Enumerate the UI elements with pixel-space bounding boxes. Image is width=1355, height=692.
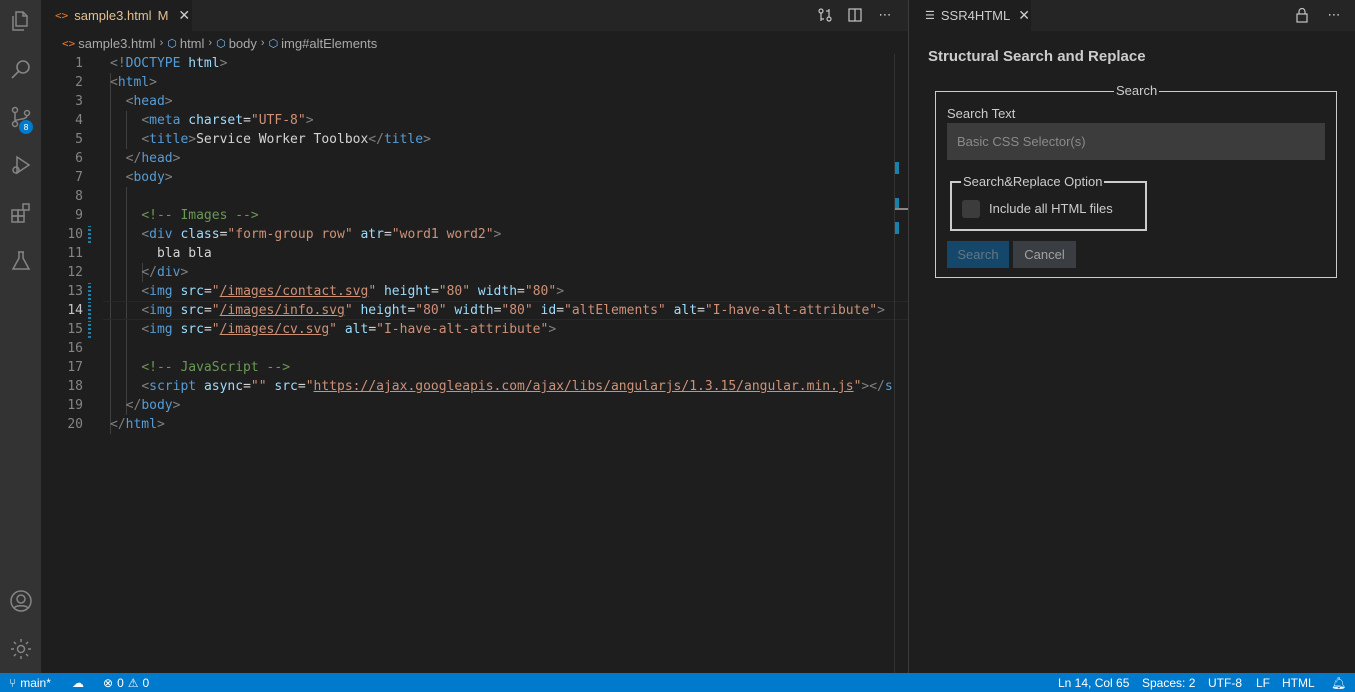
notifications-bell-icon[interactable]: 🔔︎ <box>1331 673 1346 692</box>
html-file-icon: <> <box>62 36 76 50</box>
close-icon[interactable]: ✕ <box>1018 7 1030 24</box>
code-line: 17 <!-- JavaScript --> <box>67 360 291 375</box>
more-actions-icon[interactable]: ⋯ <box>1325 6 1343 24</box>
element-icon: ⬡ <box>216 37 226 50</box>
include-html-files-checkbox[interactable] <box>962 200 980 218</box>
option-fieldset: Search&Replace Option Include all HTML f… <box>950 174 1147 231</box>
breadcrumb-item[interactable]: img#altElements <box>281 36 377 51</box>
editor-actions: ⋯ <box>816 6 894 24</box>
ssr4html-panel: ☰ SSR4HTML ✕ ⋯ Structural Search and Rep… <box>909 0 1355 673</box>
code-line: 20 </html> <box>67 417 165 432</box>
problems-indicator[interactable]: ⊗ 0 ⚠ 0 <box>103 673 149 692</box>
code-line: 13 <img src="/images/contact.svg" height… <box>67 284 565 299</box>
language-mode[interactable]: HTML <box>1282 673 1315 692</box>
chevron-right-icon: › <box>159 37 164 49</box>
search-fieldset: Search Search Text Search&Replace Option… <box>935 83 1337 278</box>
git-branch-icon: ⑂ <box>9 675 17 690</box>
activity-bar: 8 <box>0 0 41 673</box>
element-icon: ⬡ <box>268 37 279 50</box>
search-icon[interactable] <box>4 52 37 85</box>
search-text-label: Search Text <box>947 106 1016 121</box>
panel-tab-label: SSR4HTML <box>940 8 1011 23</box>
chevron-right-icon: › <box>208 37 213 49</box>
code-line: 16 <box>67 341 83 356</box>
code-line: 5 <title>Service Worker Toolbox</title> <box>75 132 431 147</box>
code-line: 12 </div> <box>67 265 189 280</box>
chevron-right-icon: › <box>260 37 265 49</box>
tab-label: sample3.html <box>74 8 152 23</box>
breadcrumb-item[interactable]: body <box>229 36 257 51</box>
code-line: 18 <script async="" src="https://ajax.go… <box>67 379 894 394</box>
split-editor-icon[interactable] <box>846 6 864 24</box>
code-line: 8 <box>75 189 83 204</box>
sync-button[interactable]: ☁ <box>72 673 84 692</box>
settings-gear-icon[interactable] <box>4 632 37 665</box>
sync-icon: ☁ <box>72 675 84 690</box>
code-line: 10 <div class="form-group row" atr="word… <box>67 227 502 242</box>
overview-ruler-marker <box>895 162 899 174</box>
code-line: 19 </body> <box>67 398 181 413</box>
tab-sample3-html[interactable]: <> sample3.html M ✕ <box>41 0 192 31</box>
search-input[interactable] <box>947 123 1325 160</box>
overview-ruler[interactable] <box>894 54 895 673</box>
html-file-icon: <> <box>55 9 69 22</box>
tab-ssr4html[interactable]: ☰ SSR4HTML ✕ <box>909 0 1031 31</box>
indentation[interactable]: Spaces: 2 <box>1142 673 1195 692</box>
option-legend: Search&Replace Option <box>961 174 1105 189</box>
code-line: 2 <html> <box>75 75 157 90</box>
breadcrumb-item[interactable]: html <box>180 36 205 51</box>
code-line: 4 <meta charset="UTF-8"> <box>75 113 314 128</box>
account-icon[interactable] <box>4 584 37 617</box>
code-line: 1 <!DOCTYPE html> <box>75 56 228 71</box>
cancel-button[interactable]: Cancel <box>1013 241 1076 268</box>
close-icon[interactable]: ✕ <box>178 8 190 24</box>
panel-actions: ⋯ <box>1293 6 1343 24</box>
end-of-line[interactable]: LF <box>1256 673 1270 692</box>
preview-icon: ☰ <box>925 10 935 22</box>
code-line: 11 bla bla <box>67 246 212 261</box>
search-button[interactable]: Search <box>947 241 1009 268</box>
panel-heading: Structural Search and Replace <box>928 48 1146 65</box>
breadcrumb: <> sample3.html › ⬡ html › ⬡ body › ⬡ im… <box>41 33 377 53</box>
lock-icon[interactable] <box>1293 6 1311 24</box>
editor-group: <> sample3.html M ✕ ⋯ <> sample3.html › … <box>41 0 908 673</box>
code-line: 6 </head> <box>75 151 181 166</box>
branch-indicator[interactable]: ⑂ main* <box>9 673 51 692</box>
error-count: 0 <box>117 675 124 690</box>
code-line: 14 <img src="/images/info.svg" height="8… <box>67 303 885 318</box>
modified-indicator: M <box>157 8 169 23</box>
testing-icon[interactable] <box>4 244 37 277</box>
code-line: 3 <head> <box>75 94 173 109</box>
search-legend: Search <box>1114 83 1160 98</box>
source-control-badge: 8 <box>19 120 33 134</box>
extensions-icon[interactable] <box>4 196 37 229</box>
files-icon[interactable] <box>4 4 37 37</box>
panel-tabbar: ☰ SSR4HTML ✕ ⋯ <box>909 0 1355 31</box>
editor-tabbar: <> sample3.html M ✕ ⋯ <box>41 0 908 31</box>
code-editor[interactable]: 1 <!DOCTYPE html> 2 <html> 3 <head> 4 <met… <box>41 54 908 673</box>
error-icon: ⊗ <box>103 675 114 690</box>
status-bar: ⑂ main* ☁ ⊗ 0 ⚠ 0 Ln 14, Col 65 Spaces: … <box>0 673 1355 692</box>
breadcrumb-item[interactable]: sample3.html <box>78 36 155 51</box>
code-line: 9 <!-- Images --> <box>75 208 259 223</box>
run-debug-icon[interactable] <box>4 148 37 181</box>
include-html-files-label[interactable]: Include all HTML files <box>989 201 1113 216</box>
code-line: 7 <body> <box>75 170 173 185</box>
overview-ruler-marker <box>895 222 899 234</box>
encoding[interactable]: UTF-8 <box>1208 673 1242 692</box>
warning-icon: ⚠ <box>127 675 139 690</box>
element-icon: ⬡ <box>167 37 177 50</box>
open-changes-icon[interactable] <box>816 6 834 24</box>
branch-name: main* <box>20 675 51 690</box>
cursor-position[interactable]: Ln 14, Col 65 <box>1058 673 1129 692</box>
more-actions-icon[interactable]: ⋯ <box>876 6 894 24</box>
code-line: 15 <img src="/images/cv.svg" alt="I-have… <box>67 322 557 337</box>
warning-count: 0 <box>142 675 150 690</box>
cursor-position-marker <box>895 208 908 210</box>
